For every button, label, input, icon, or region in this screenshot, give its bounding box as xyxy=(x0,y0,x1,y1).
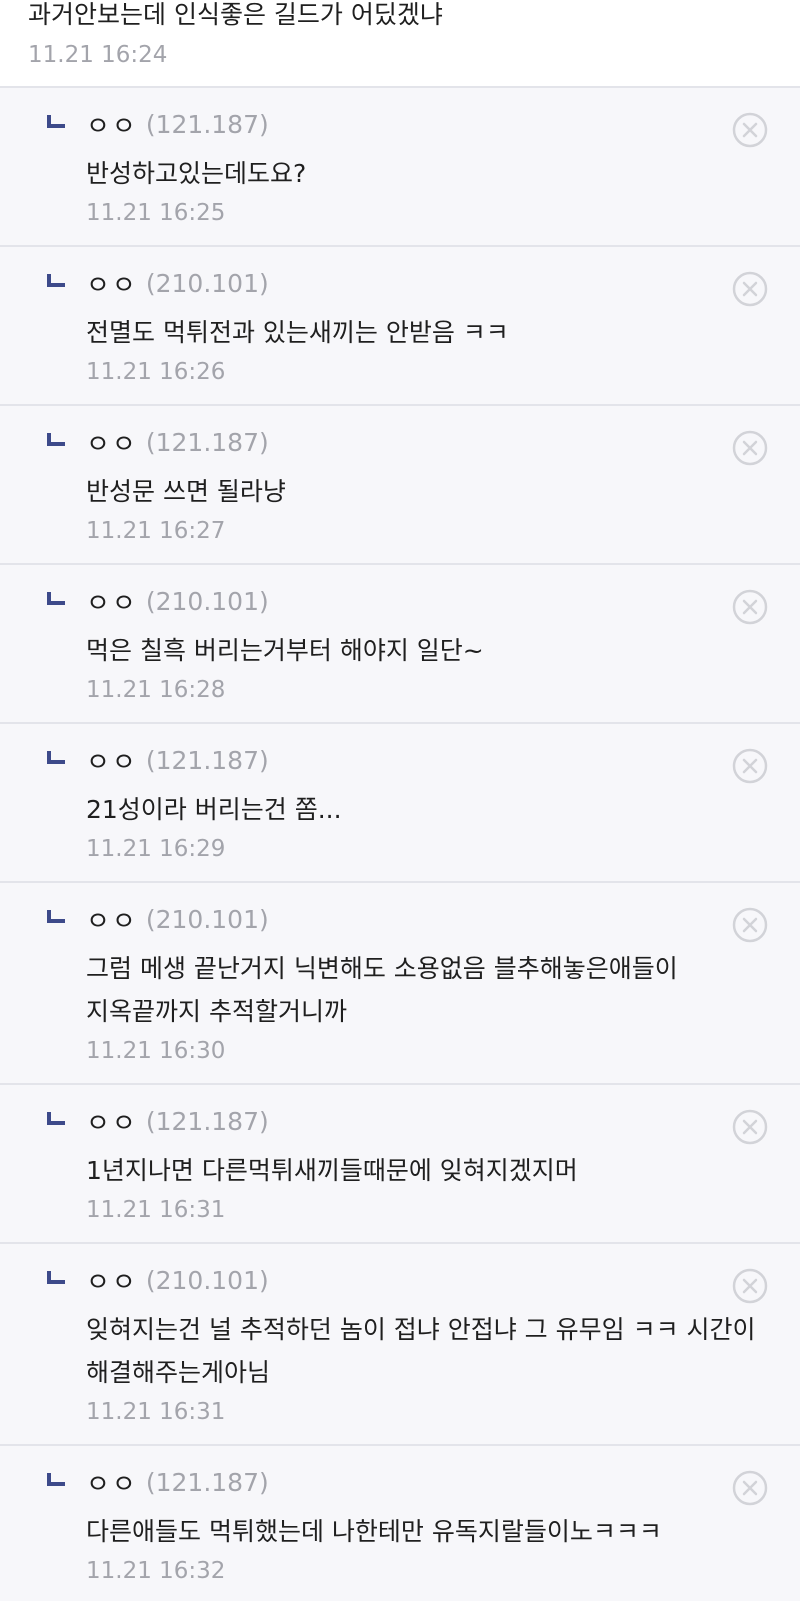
reply-timestamp: 11.21 16:29 xyxy=(86,836,226,862)
reply-text: 그럼 메생 끝난거지 닉변해도 소용없음 블추해놓은애들이 지옥끝까지 추적할거… xyxy=(86,954,678,1026)
delete-reply-button[interactable] xyxy=(732,1109,768,1145)
comment-thread: 과거안보는데 인식좋은 길드가 어딨겠냐 11.21 16:24 ㅇㅇ (121… xyxy=(0,0,800,1601)
reply-item: ㅇㅇ (210.101) 전멸도 먹튀전과 있는새끼는 안받음 ㅋㅋ 11.21… xyxy=(0,247,800,406)
reply-text: 반성문 쓰면 될라냥 xyxy=(86,477,286,506)
reply-item: ㅇㅇ (210.101) 그럼 메생 끝난거지 닉변해도 소용없음 블추해놓은애… xyxy=(0,883,800,1085)
root-comment: 과거안보는데 인식좋은 길드가 어딨겠냐 11.21 16:24 xyxy=(0,0,800,88)
reply-ip: (121.187) xyxy=(145,1467,269,1497)
reply-arrow-icon xyxy=(47,1271,65,1284)
reply-ip: (121.187) xyxy=(145,745,269,775)
delete-reply-button[interactable] xyxy=(732,907,768,943)
delete-reply-button[interactable] xyxy=(732,271,768,307)
reply-timestamp: 11.21 16:31 xyxy=(86,1197,226,1223)
reply-list: ㅇㅇ (121.187) 반성하고있는데도요? 11.21 16:25 ㅇㅇ (… xyxy=(0,88,800,1601)
reply-author[interactable]: ㅇㅇ xyxy=(86,424,138,461)
reply-author[interactable]: ㅇㅇ xyxy=(86,1464,138,1501)
delete-reply-button[interactable] xyxy=(732,430,768,466)
reply-item: ㅇㅇ (210.101) 먹은 칠흑 버리는거부터 해야지 일단~ 11.21 … xyxy=(0,565,800,724)
reply-timestamp: 11.21 16:27 xyxy=(86,518,226,544)
reply-timestamp: 11.21 16:30 xyxy=(86,1038,226,1064)
delete-reply-button[interactable] xyxy=(732,112,768,148)
reply-ip: (210.101) xyxy=(145,904,269,934)
delete-reply-button[interactable] xyxy=(732,589,768,625)
reply-item: ㅇㅇ (121.187) 반성문 쓰면 될라냥 11.21 16:27 xyxy=(0,406,800,565)
reply-author[interactable]: ㅇㅇ xyxy=(86,901,138,938)
reply-arrow-icon xyxy=(47,751,65,764)
reply-arrow-icon xyxy=(47,1112,65,1125)
reply-text: 전멸도 먹튀전과 있는새끼는 안받음 ㅋㅋ xyxy=(86,318,509,347)
reply-ip: (121.187) xyxy=(145,109,269,139)
reply-timestamp: 11.21 16:26 xyxy=(86,359,226,385)
reply-arrow-icon xyxy=(47,1473,65,1486)
reply-arrow-icon xyxy=(47,115,65,128)
reply-arrow-icon xyxy=(47,433,65,446)
reply-ip: (210.101) xyxy=(145,1265,269,1295)
delete-reply-button[interactable] xyxy=(732,1470,768,1506)
reply-arrow-icon xyxy=(47,910,65,923)
reply-ip: (210.101) xyxy=(145,268,269,298)
reply-author[interactable]: ㅇㅇ xyxy=(86,742,138,779)
reply-timestamp: 11.21 16:28 xyxy=(86,677,226,703)
reply-item: ㅇㅇ (210.101) 잊혀지는건 널 추적하던 놈이 접냐 안접냐 그 유무… xyxy=(0,1244,800,1446)
reply-timestamp: 11.21 16:31 xyxy=(86,1399,226,1425)
reply-arrow-icon xyxy=(47,592,65,605)
root-comment-text: 과거안보는데 인식좋은 길드가 어딨겠냐 xyxy=(28,0,443,29)
reply-ip: (121.187) xyxy=(145,427,269,457)
reply-author[interactable]: ㅇㅇ xyxy=(86,106,138,143)
reply-item: ㅇㅇ (121.187) 1년지나면 다른먹튀새끼들때문에 잊혀지겠지머 11.… xyxy=(0,1085,800,1244)
reply-author[interactable]: ㅇㅇ xyxy=(86,583,138,620)
reply-arrow-icon xyxy=(47,274,65,287)
reply-text: 잊혀지는건 널 추적하던 놈이 접냐 안접냐 그 유무임 ㅋㅋ 시간이 해결해주… xyxy=(86,1315,756,1387)
reply-text: 1년지나면 다른먹튀새끼들때문에 잊혀지겠지머 xyxy=(86,1156,578,1185)
reply-author[interactable]: ㅇㅇ xyxy=(86,1262,138,1299)
root-comment-timestamp: 11.21 16:24 xyxy=(28,42,168,68)
reply-item: ㅇㅇ (121.187) 21성이라 버리는건 쫌... 11.21 16:29 xyxy=(0,724,800,883)
reply-ip: (121.187) xyxy=(145,1106,269,1136)
reply-item: ㅇㅇ (121.187) 다른애들도 먹튀했는데 나한테만 유독지랄들이노ㅋㅋㅋ… xyxy=(0,1446,800,1601)
reply-ip: (210.101) xyxy=(145,586,269,616)
reply-timestamp: 11.21 16:32 xyxy=(86,1558,226,1584)
reply-author[interactable]: ㅇㅇ xyxy=(86,1103,138,1140)
reply-text: 먹은 칠흑 버리는거부터 해야지 일단~ xyxy=(86,636,484,665)
reply-timestamp: 11.21 16:25 xyxy=(86,200,226,226)
reply-text: 다른애들도 먹튀했는데 나한테만 유독지랄들이노ㅋㅋㅋ xyxy=(86,1517,662,1546)
reply-item: ㅇㅇ (121.187) 반성하고있는데도요? 11.21 16:25 xyxy=(0,88,800,247)
reply-author[interactable]: ㅇㅇ xyxy=(86,265,138,302)
delete-reply-button[interactable] xyxy=(732,1268,768,1304)
reply-text: 반성하고있는데도요? xyxy=(86,159,307,188)
delete-reply-button[interactable] xyxy=(732,748,768,784)
reply-text: 21성이라 버리는건 쫌... xyxy=(86,795,342,824)
